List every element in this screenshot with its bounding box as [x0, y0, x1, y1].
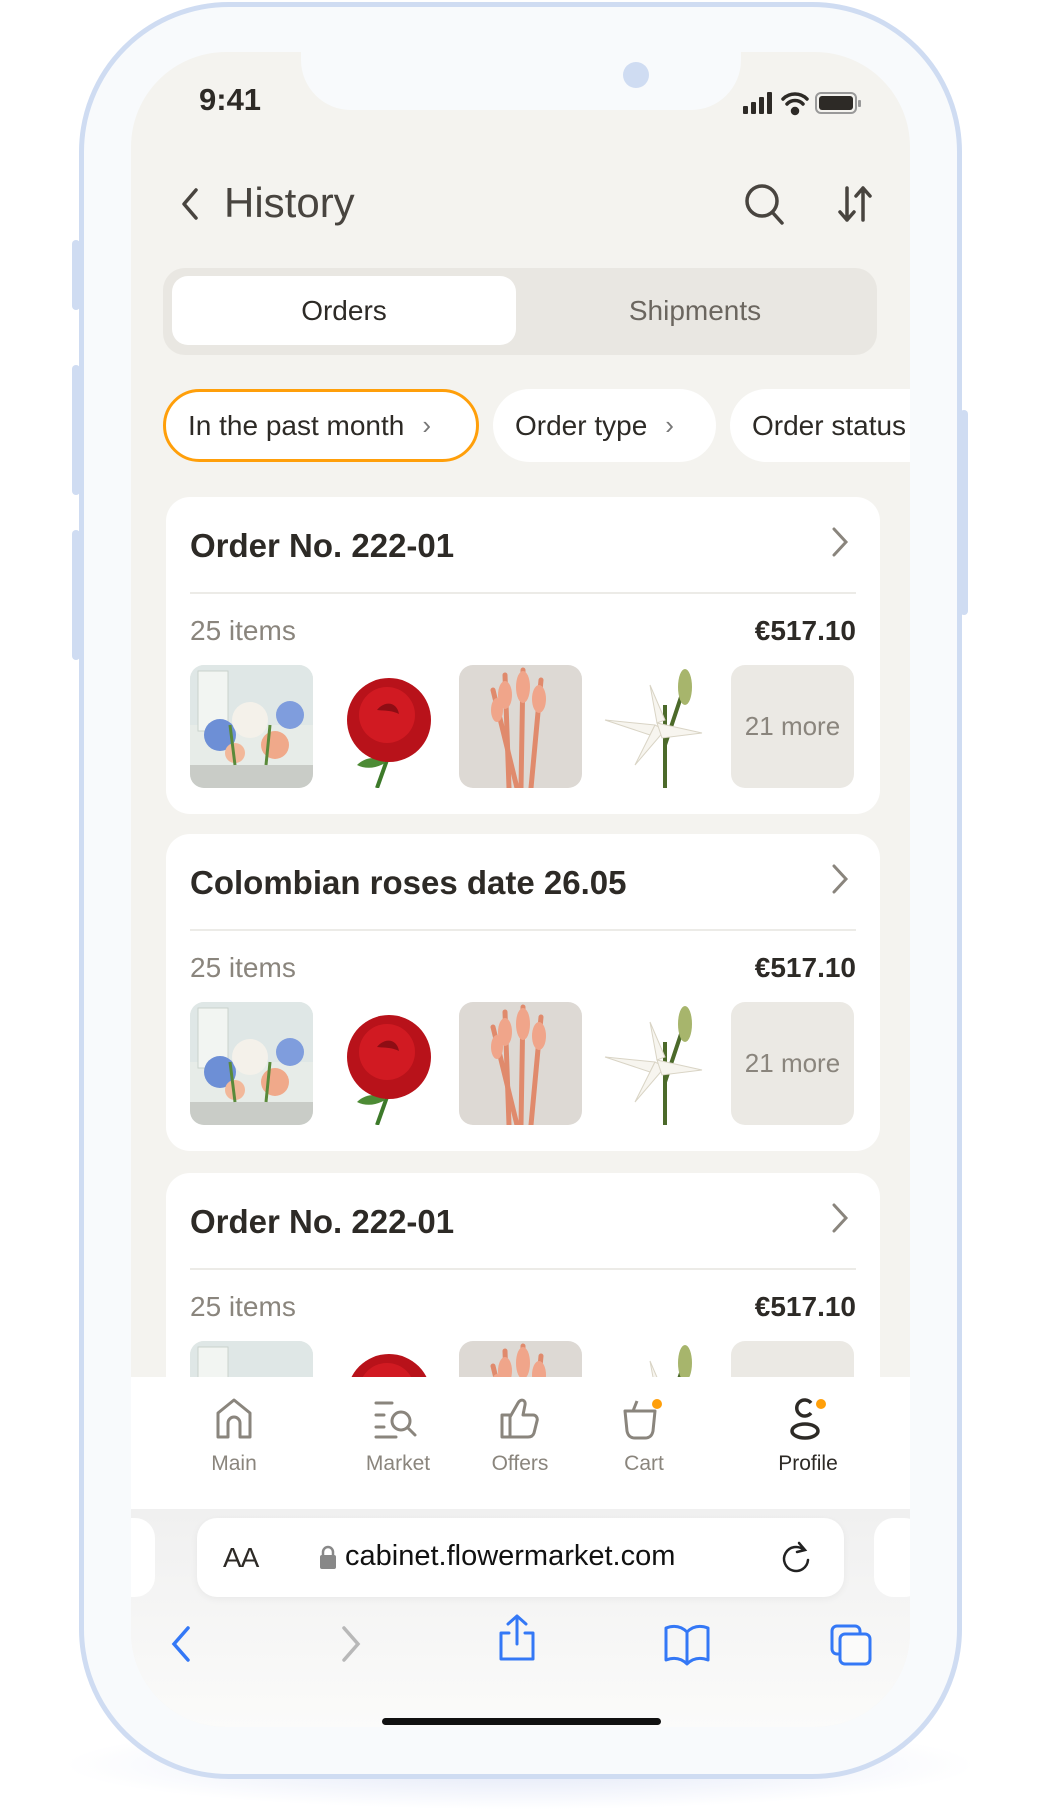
- product-thumbnail[interactable]: [595, 665, 718, 788]
- product-thumbnail[interactable]: [327, 1002, 450, 1125]
- battery-icon: [815, 92, 861, 114]
- chevron-right-icon: [832, 1203, 849, 1233]
- url-text[interactable]: cabinet.flowermarket.com: [345, 1540, 675, 1573]
- more-items-button[interactable]: 21 more: [731, 1002, 854, 1125]
- status-icons: [743, 92, 861, 116]
- chevron-right-icon: ›: [422, 410, 432, 440]
- tab-shipments[interactable]: Shipments: [523, 276, 867, 345]
- product-thumbnail[interactable]: [459, 1002, 582, 1125]
- tab-main[interactable]: Main: [174, 1395, 294, 1476]
- lock-icon: [320, 1545, 336, 1569]
- prev-tab-pill[interactable]: [131, 1518, 155, 1597]
- tab-label: Profile: [778, 1452, 838, 1475]
- product-thumbnail[interactable]: [190, 1002, 313, 1125]
- open-order-button[interactable]: [830, 1201, 850, 1240]
- camera: [623, 62, 649, 88]
- thumb-flower-arrangement: [190, 1002, 313, 1125]
- item-count: 25 items: [190, 1291, 296, 1322]
- order-price: €517.10: [754, 952, 856, 983]
- open-order-button[interactable]: [830, 862, 850, 901]
- product-thumbnail[interactable]: [459, 665, 582, 788]
- chevron-right-icon: [832, 864, 849, 894]
- phone-button: [72, 530, 80, 660]
- order-price: €517.10: [754, 615, 856, 646]
- thumbs-up-icon: [500, 1398, 539, 1439]
- market-search-icon: [374, 1401, 417, 1439]
- bottom-tab-bar: Main Market Offers Cart Profile: [131, 1377, 910, 1509]
- tabs-icon[interactable]: [828, 1622, 876, 1666]
- screen: 9:41 History Orders Shipments In the pas…: [131, 52, 910, 1727]
- tab-market[interactable]: Market: [338, 1395, 458, 1476]
- phone-button: [960, 410, 968, 615]
- back-icon[interactable]: [179, 186, 201, 222]
- cart-icon: [623, 1399, 662, 1440]
- order-title: Colombian roses date 26.05: [190, 864, 627, 901]
- thumb-red-rose: [327, 1002, 450, 1125]
- phone-button: [72, 240, 80, 310]
- home-indicator: [382, 1718, 661, 1725]
- item-count: 25 items: [190, 952, 296, 983]
- thumb-white-lily: [595, 665, 718, 788]
- segmented-control: Orders Shipments: [163, 268, 877, 355]
- chip-label: Order type: [515, 409, 648, 441]
- product-thumbnail[interactable]: [190, 665, 313, 788]
- chip-label: In the past month: [188, 409, 405, 441]
- divider: [190, 592, 856, 594]
- phone-button: [72, 365, 80, 495]
- filter-chip-period[interactable]: In the past month ›: [163, 389, 479, 462]
- thumb-red-rose: [327, 665, 450, 788]
- order-card[interactable]: Colombian roses date 26.05 25 items €517…: [166, 834, 880, 1151]
- tab-label: Main: [211, 1452, 257, 1475]
- sort-icon[interactable]: [837, 182, 873, 226]
- reload-icon[interactable]: [779, 1540, 813, 1576]
- tab-cart[interactable]: Cart: [584, 1395, 704, 1476]
- search-icon[interactable]: [743, 182, 787, 228]
- tab-offers[interactable]: Offers: [460, 1395, 580, 1476]
- browser-back-icon[interactable]: [160, 1622, 200, 1666]
- bookmarks-icon[interactable]: [662, 1622, 712, 1666]
- tab-label: Cart: [624, 1452, 664, 1475]
- status-time: 9:41: [199, 82, 262, 117]
- order-title: Order No. 222-01: [190, 527, 455, 564]
- thumb-white-lily: [595, 1002, 718, 1125]
- chip-label: Order status: [752, 409, 907, 441]
- thumb-pink-dried-grass: [459, 665, 582, 788]
- tab-orders[interactable]: Orders: [172, 276, 516, 345]
- open-order-button[interactable]: [830, 525, 850, 564]
- chevron-right-icon: ›: [665, 410, 674, 440]
- next-tab-pill[interactable]: [874, 1518, 910, 1597]
- chevron-right-icon: [832, 527, 849, 557]
- item-count: 25 items: [190, 615, 296, 646]
- text-size-button[interactable]: AA: [223, 1542, 259, 1574]
- product-thumbnail[interactable]: [595, 1002, 718, 1125]
- divider: [190, 929, 856, 931]
- browser-toolbar: AA cabinet.flowermarket.com: [131, 1509, 910, 1727]
- order-title: Order No. 222-01: [190, 1203, 455, 1240]
- tab-label: Market: [365, 1452, 431, 1475]
- order-card[interactable]: Order No. 222-01 25 items €517.10 21 more: [166, 497, 880, 814]
- product-thumbnail[interactable]: [327, 665, 450, 788]
- filter-chip-order-type[interactable]: Order type ›: [493, 389, 716, 462]
- notch: [301, 52, 741, 110]
- order-price: €517.10: [754, 1291, 856, 1322]
- browser-forward-icon[interactable]: [330, 1622, 370, 1666]
- filter-chip-order-status[interactable]: Order status: [730, 389, 910, 462]
- thumb-flower-arrangement: [190, 665, 313, 788]
- page-title: History: [224, 179, 355, 226]
- divider: [190, 1268, 856, 1270]
- tab-profile[interactable]: Profile: [748, 1395, 868, 1476]
- thumb-pink-dried-grass: [459, 1002, 582, 1125]
- wifi-icon: [781, 92, 809, 116]
- more-items-button[interactable]: 21 more: [731, 665, 854, 788]
- profile-icon: [790, 1398, 826, 1440]
- home-icon: [216, 1398, 252, 1439]
- tab-label: Offers: [491, 1452, 549, 1475]
- address-bar[interactable]: AA cabinet.flowermarket.com: [197, 1518, 844, 1597]
- signal-icon: [743, 92, 772, 114]
- share-icon[interactable]: [495, 1613, 539, 1663]
